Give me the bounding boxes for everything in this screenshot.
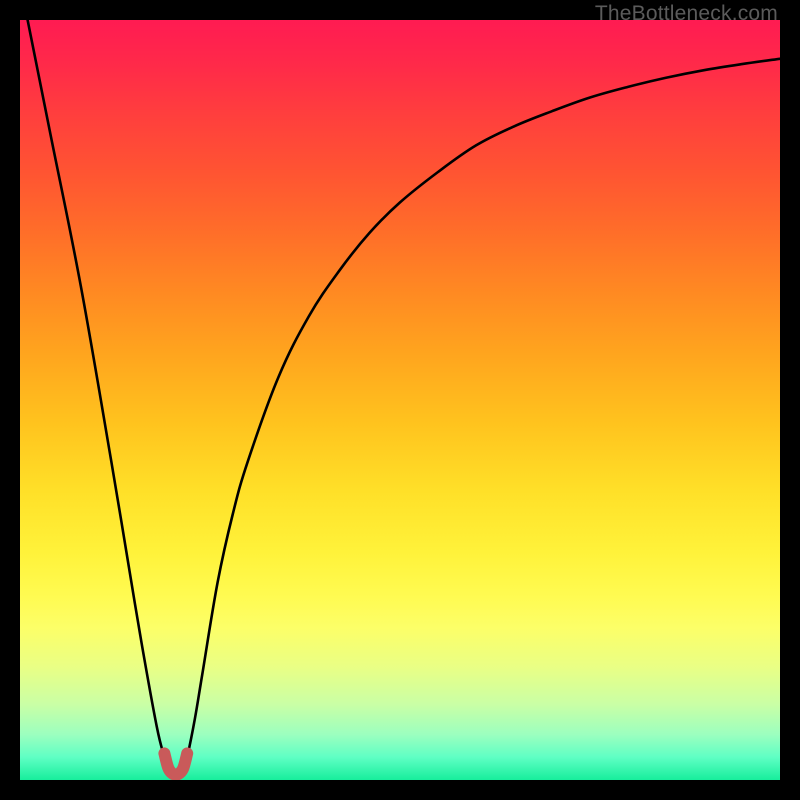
watermark-text: TheBottleneck.com (595, 2, 778, 26)
bottleneck-curve (28, 20, 780, 777)
chart-frame: TheBottleneck.com (0, 0, 800, 800)
plot-area (20, 20, 780, 780)
curve-svg (20, 20, 780, 780)
highlight-bump (164, 753, 187, 774)
